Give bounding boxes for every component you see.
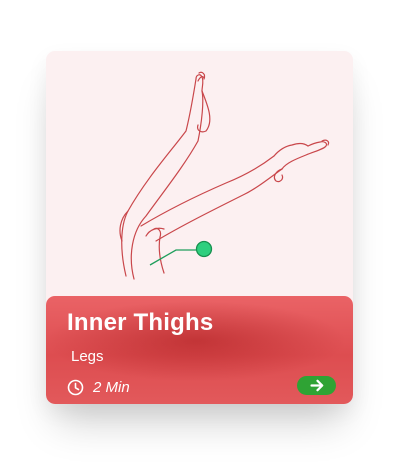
exercise-illustration — [46, 51, 353, 296]
exercise-duration: 2 Min — [67, 379, 130, 396]
arrow-right-icon — [309, 379, 323, 392]
clock-icon — [67, 379, 84, 396]
exercise-info-panel: Inner Thighs Legs 2 Min — [46, 296, 353, 404]
exercise-title: Inner Thighs — [67, 309, 214, 336]
duration-text: 2 Min — [93, 379, 130, 396]
stage: Inner Thighs Legs 2 Min — [0, 0, 408, 463]
exercise-card[interactable]: Inner Thighs Legs 2 Min — [46, 51, 353, 404]
exercise-category: Legs — [71, 348, 104, 365]
legs-stretch-illustration-icon — [119, 71, 330, 280]
start-exercise-button[interactable] — [297, 376, 336, 395]
